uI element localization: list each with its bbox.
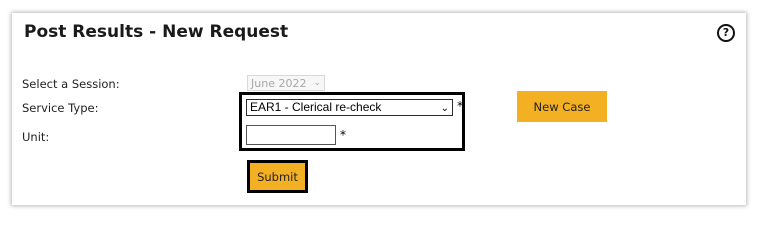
session-label: Select a Session:: [22, 77, 120, 91]
service-type-select-value: EAR1 - Clerical re-check: [250, 100, 382, 114]
service-type-select[interactable]: EAR1 - Clerical re-check ⌄: [246, 99, 453, 116]
page: Post Results - New Request ? Select a Se…: [0, 0, 758, 223]
session-select-value: June 2022: [251, 77, 307, 90]
required-marker-unit: *: [340, 128, 346, 142]
unit-input[interactable]: [246, 125, 336, 145]
session-select: June 2022 ⌄: [247, 75, 325, 91]
question-circle-icon[interactable]: ?: [717, 24, 735, 42]
post-results-panel: Post Results - New Request ? Select a Se…: [12, 13, 746, 205]
required-marker-service: *: [457, 99, 463, 113]
unit-label: Unit:: [22, 130, 50, 144]
new-case-button[interactable]: New Case: [517, 91, 607, 122]
submit-button[interactable]: Submit: [250, 163, 305, 190]
service-type-label: Service Type:: [22, 101, 99, 115]
page-title: Post Results - New Request: [24, 22, 289, 42]
chevron-down-icon: ⌄: [313, 78, 321, 88]
chevron-down-icon: ⌄: [440, 103, 449, 114]
